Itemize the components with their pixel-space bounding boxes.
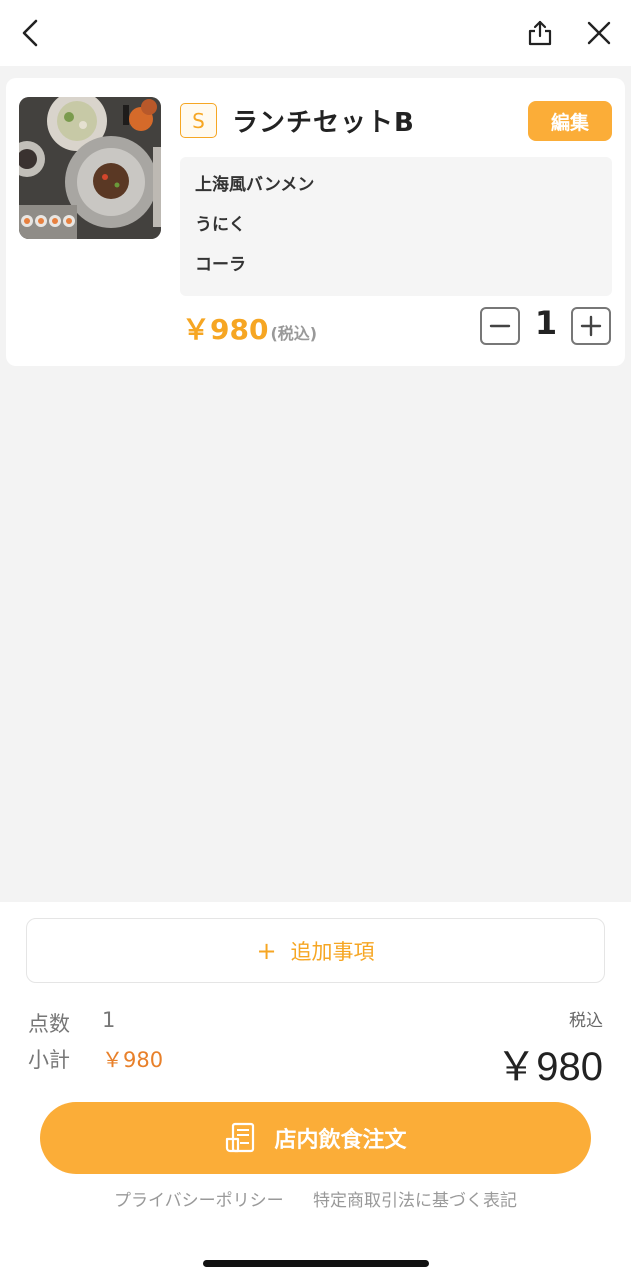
decrease-quantity-button[interactable] xyxy=(480,307,520,345)
tax-included-label: 税込 xyxy=(569,1011,603,1031)
close-icon xyxy=(587,21,611,45)
commercial-law-link[interactable]: 特定商取引法に基づく表記 xyxy=(313,1191,517,1211)
dine-in-order-button[interactable]: 店内飲食注文 xyxy=(40,1102,591,1174)
edit-button[interactable]: 編集 xyxy=(528,101,612,141)
quantity-value: 1 xyxy=(534,304,558,342)
plus-icon: + xyxy=(256,936,277,965)
dine-in-order-label: 店内飲食注文 xyxy=(274,1128,407,1153)
item-price-value: ￥980 xyxy=(182,313,269,346)
add-items-button[interactable]: + 追加事項 xyxy=(26,918,605,983)
back-button[interactable] xyxy=(10,13,50,53)
size-badge: S xyxy=(180,103,217,138)
total-amount: ￥980 xyxy=(496,1045,603,1089)
count-value: 1 xyxy=(102,1008,116,1032)
close-button[interactable] xyxy=(579,13,619,53)
increase-quantity-button[interactable] xyxy=(571,307,611,345)
item-price: ￥980 (税込) xyxy=(182,308,317,348)
home-indicator xyxy=(203,1260,429,1267)
footer-links: プライバシーポリシー 特定商取引法に基づく表記 xyxy=(0,1186,631,1211)
add-items-label: 追加事項 xyxy=(290,939,375,964)
share-button[interactable] xyxy=(520,13,560,53)
count-label: 点数 xyxy=(28,1012,70,1036)
share-icon xyxy=(528,20,552,46)
item-options: 上海風バンメン うにく コーラ xyxy=(180,157,612,296)
option-item: 上海風バンメン xyxy=(195,175,315,195)
minus-icon xyxy=(489,324,511,328)
item-thumbnail xyxy=(19,97,161,239)
subtotal-label: 小計 xyxy=(28,1048,70,1072)
plus-icon xyxy=(580,315,602,337)
item-price-tax-label: (税込) xyxy=(270,324,318,343)
bottom-panel: + 追加事項 点数 1 小計 ￥980 税込 ￥980 店内飲食注文 プライバシ… xyxy=(0,902,631,1280)
option-item: うにく xyxy=(195,215,246,235)
top-bar xyxy=(0,0,631,66)
option-item: コーラ xyxy=(195,255,246,275)
item-title: ランチセットB xyxy=(232,108,415,138)
receipt-icon xyxy=(224,1121,258,1155)
cart-item-card: S ランチセットB 編集 上海風バンメン うにく コーラ ￥980 (税込) 1 xyxy=(6,78,625,366)
chevron-left-icon xyxy=(22,19,38,47)
privacy-policy-link[interactable]: プライバシーポリシー xyxy=(114,1191,284,1211)
subtotal-value: ￥980 xyxy=(102,1048,164,1072)
